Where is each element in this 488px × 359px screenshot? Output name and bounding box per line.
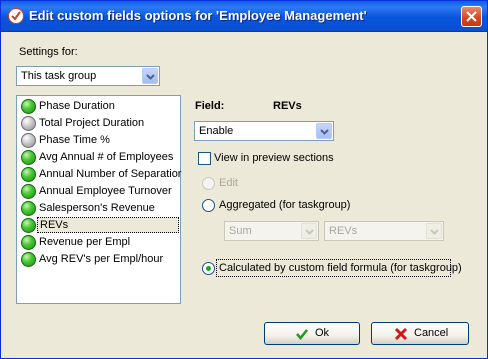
list-item-label: Annual Number of Separatior — [39, 168, 182, 180]
ok-label: Ok — [315, 327, 330, 339]
list-item[interactable]: Revenue per Empl — [18, 234, 179, 251]
status-green-icon — [21, 201, 36, 216]
status-green-icon — [21, 167, 36, 182]
chevron-down-icon[interactable] — [316, 123, 332, 139]
view-preview-checkbox[interactable] — [198, 152, 211, 165]
status-green-icon — [21, 218, 36, 233]
list-item[interactable]: Salesperson's Revenue — [18, 200, 179, 217]
custom-fields-list[interactable]: Phase Duration Total Project Duration Ph… — [16, 95, 181, 304]
title-bar[interactable]: Edit custom fields options for 'Employee… — [1, 1, 487, 32]
list-item-label: Total Project Duration — [39, 117, 145, 129]
cancel-label: Cancel — [414, 327, 449, 339]
status-green-icon — [21, 150, 36, 165]
red-x-icon — [394, 327, 408, 341]
status-green-icon — [21, 235, 36, 250]
list-item[interactable]: Annual Employee Turnover — [18, 183, 179, 200]
chevron-down-icon[interactable] — [142, 68, 158, 84]
ok-button[interactable]: Ok — [264, 322, 360, 345]
chevron-down-icon[interactable] — [426, 223, 442, 239]
app-check-icon — [8, 8, 24, 24]
status-gray-icon — [21, 133, 36, 148]
close-button[interactable] — [461, 6, 482, 27]
aggregate-field-select[interactable]: REVs — [324, 221, 444, 241]
settings-for-select[interactable]: This task group — [16, 66, 160, 86]
edit-label: Edit — [219, 177, 238, 189]
list-item[interactable]: Annual Number of Separatior — [18, 166, 182, 183]
settings-for-label: Settings for: — [19, 46, 78, 58]
list-item-label: Annual Employee Turnover — [39, 185, 172, 197]
list-item[interactable]: Total Project Duration — [18, 115, 179, 132]
list-item-label: REVs — [37, 217, 179, 233]
list-item-label: Phase Duration — [39, 100, 115, 112]
dialog-window: Edit custom fields options for 'Employee… — [0, 0, 488, 359]
close-icon — [466, 11, 477, 22]
list-item[interactable]: Avg Annual # of Employees — [18, 149, 179, 166]
status-green-icon — [21, 99, 36, 114]
field-mode-select[interactable]: Enable — [194, 121, 334, 141]
view-preview-label[interactable]: View in preview sections — [214, 152, 334, 164]
field-mode-value: Enable — [199, 125, 234, 137]
settings-for-value: This task group — [21, 70, 97, 82]
aggregated-radio[interactable] — [202, 199, 215, 212]
status-green-icon — [21, 184, 36, 199]
cancel-button[interactable]: Cancel — [371, 322, 469, 345]
list-item-selected[interactable]: REVs — [18, 217, 179, 234]
aggregate-field-value: REVs — [329, 225, 358, 237]
status-green-icon — [21, 252, 36, 267]
field-label: Field: — [195, 100, 225, 112]
edit-radio[interactable] — [202, 177, 215, 190]
field-name: REVs — [273, 100, 302, 112]
calculated-radio[interactable] — [202, 262, 215, 275]
calculated-label[interactable]: Calculated by custom field formula (for … — [219, 262, 462, 274]
window-title: Edit custom fields options for 'Employee… — [29, 8, 367, 23]
aggregate-function-select[interactable]: Sum — [224, 221, 319, 241]
check-icon — [296, 329, 308, 340]
list-item[interactable]: Phase Time % — [18, 132, 179, 149]
list-item-label: Salesperson's Revenue — [39, 202, 155, 214]
aggregated-label[interactable]: Aggregated (for taskgroup) — [219, 199, 350, 211]
list-item[interactable]: Avg REV's per Empl/hour — [18, 251, 179, 268]
status-gray-icon — [21, 116, 36, 131]
list-item[interactable]: Phase Duration — [18, 98, 179, 115]
aggregate-function-value: Sum — [229, 225, 252, 237]
list-item-label: Phase Time % — [39, 134, 110, 146]
list-item-label: Avg REV's per Empl/hour — [39, 253, 164, 265]
list-item-label: Avg Annual # of Employees — [39, 151, 174, 163]
list-item-label: Revenue per Empl — [39, 236, 131, 248]
chevron-down-icon[interactable] — [301, 223, 317, 239]
